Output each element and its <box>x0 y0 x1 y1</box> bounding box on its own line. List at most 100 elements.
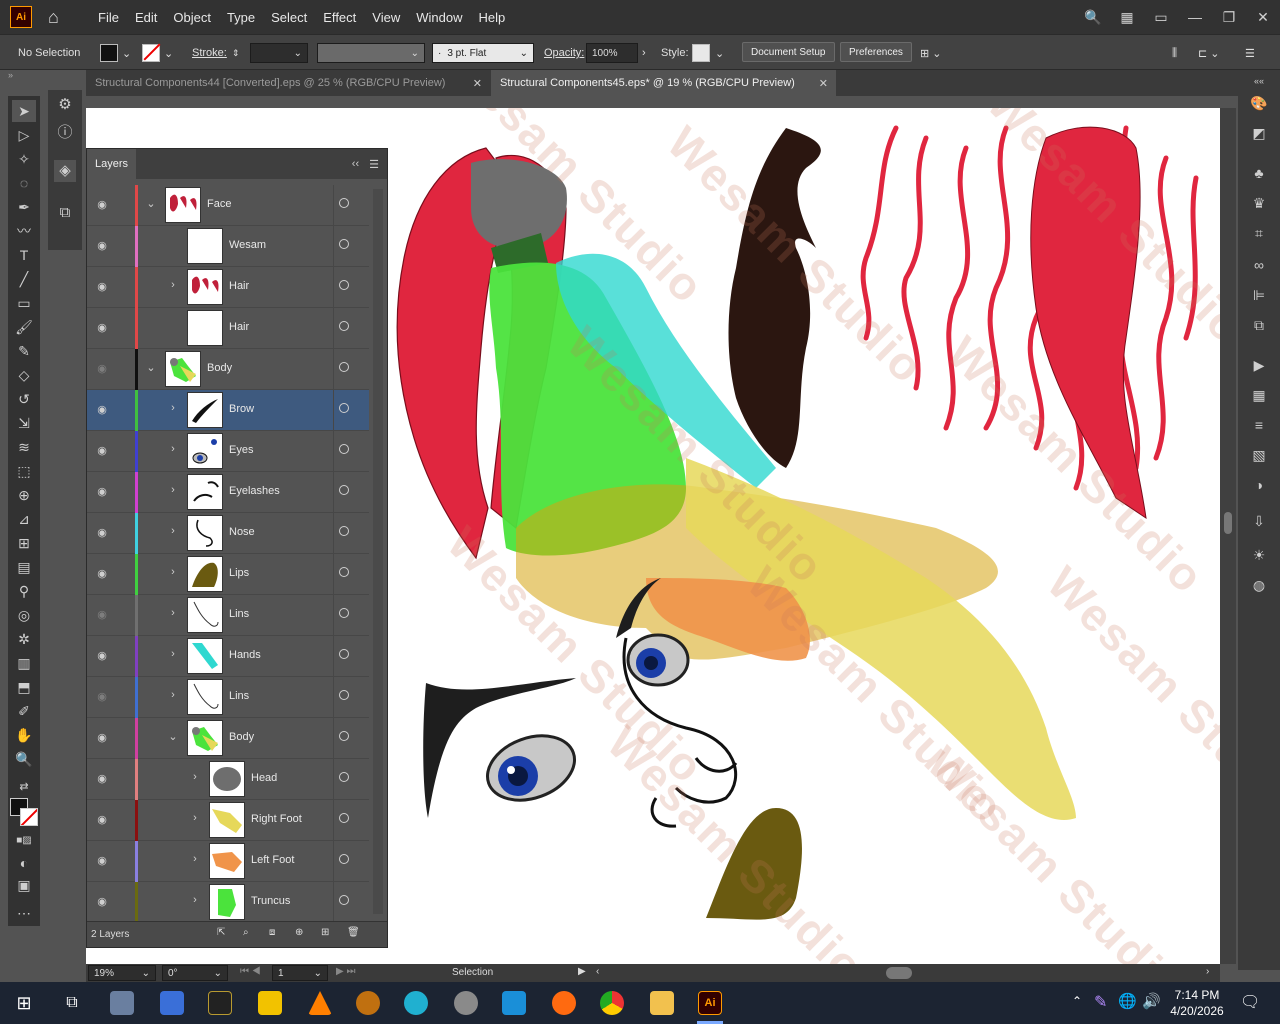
layer-row[interactable]: ◉ › Eyes <box>87 431 369 472</box>
visibility-eye-icon[interactable]: ◉ <box>95 362 109 376</box>
layer-row[interactable]: ◉ › Eyelashes <box>87 472 369 513</box>
pen-tool-icon[interactable]: ✒ <box>12 196 36 218</box>
close-tab-icon[interactable]: ✕ <box>819 77 828 90</box>
app-inkscape-icon[interactable] <box>454 991 478 1015</box>
color-guide-icon[interactable]: ◩ <box>1248 122 1270 144</box>
layer-name[interactable]: Truncus <box>251 895 290 907</box>
target-circle-icon[interactable] <box>339 362 349 372</box>
line-tool-icon[interactable]: ╱ <box>12 268 36 290</box>
graphic-styles-icon[interactable]: ◍ <box>1248 574 1270 596</box>
preferences-button[interactable]: Preferences <box>840 42 912 62</box>
paintbrush-tool-icon[interactable]: 🖌 <box>12 316 36 338</box>
transform-panel-icon[interactable]: ⌗ <box>1248 222 1270 244</box>
selection-tool-icon[interactable]: ➤ <box>12 100 36 122</box>
locate-object-icon[interactable]: ⌕ <box>243 927 249 938</box>
layer-row[interactable]: ◉ Hair <box>87 308 369 349</box>
search-icon[interactable]: 🔍 <box>1076 9 1110 26</box>
chevron-right-icon[interactable]: › <box>189 853 201 867</box>
lasso-tool-icon[interactable]: ◌ <box>12 172 36 194</box>
align-panel-icon[interactable]: ⊫ <box>1248 284 1270 306</box>
zoom-field[interactable]: 19% ⌄ <box>88 965 156 981</box>
layer-row[interactable]: ◉ › Hair <box>87 267 369 308</box>
layer-row[interactable]: ◉ › Nose <box>87 513 369 554</box>
target-circle-icon[interactable] <box>339 854 349 864</box>
app-vlc-icon[interactable] <box>308 991 332 1015</box>
chevron-right-icon[interactable]: › <box>167 648 179 662</box>
visibility-eye-icon[interactable]: ◉ <box>95 239 109 253</box>
mesh-tool-icon[interactable]: ⊞ <box>12 532 36 554</box>
visibility-eye-icon[interactable]: ◉ <box>95 567 109 581</box>
artboards-panel-icon[interactable]: ⧉ <box>54 202 76 224</box>
visibility-eye-icon[interactable]: ◉ <box>95 608 109 622</box>
transform-icon[interactable]: ⊏ ⌄ <box>1198 43 1220 63</box>
chevron-down-icon[interactable]: ⌄ <box>145 197 157 211</box>
layer-name[interactable]: Lips <box>229 567 249 579</box>
target-circle-icon[interactable] <box>339 526 349 536</box>
layer-name[interactable]: Lins <box>229 690 249 702</box>
target-circle-icon[interactable] <box>339 690 349 700</box>
target-circle-icon[interactable] <box>339 608 349 618</box>
layer-row[interactable]: ◉ ⌄ Body <box>87 718 369 759</box>
toolbar-collapse-icon[interactable]: » <box>8 70 40 82</box>
stroke-weight-field[interactable]: ⌄ <box>250 43 308 63</box>
windows-start-icon[interactable]: ⊞ <box>12 991 36 1015</box>
visibility-eye-icon[interactable]: ◉ <box>95 280 109 294</box>
layer-name[interactable]: Body <box>207 362 232 374</box>
layer-row[interactable]: ◉ › Lips <box>87 554 369 595</box>
visibility-eye-icon[interactable]: ◉ <box>95 526 109 540</box>
swap-fill-stroke-icon[interactable]: ⇄ <box>12 776 36 798</box>
pathfinder-panel-icon[interactable]: ⧉ <box>1248 314 1270 336</box>
chevron-right-icon[interactable]: › <box>189 894 201 908</box>
layer-row[interactable]: ◉ ⌄ Face <box>87 185 369 226</box>
target-circle-icon[interactable] <box>339 772 349 782</box>
visibility-eye-icon[interactable]: ◉ <box>95 649 109 663</box>
magic-wand-tool-icon[interactable]: ✧ <box>12 148 36 170</box>
maximize-icon[interactable]: ❐ <box>1212 9 1246 26</box>
app-firefox-icon[interactable] <box>552 991 576 1015</box>
target-circle-icon[interactable] <box>339 567 349 577</box>
visibility-eye-icon[interactable]: ◉ <box>95 772 109 786</box>
notifications-icon[interactable]: 🗨 <box>1240 992 1260 1012</box>
screen-mode-icon[interactable]: ▣ <box>12 874 36 896</box>
menu-type[interactable]: Type <box>219 10 263 25</box>
target-circle-icon[interactable] <box>339 403 349 413</box>
app-studio-icon[interactable] <box>208 991 232 1015</box>
target-circle-icon[interactable] <box>339 280 349 290</box>
visibility-eye-icon[interactable]: ◉ <box>95 813 109 827</box>
layer-name[interactable]: Nose <box>229 526 255 538</box>
status-menu-icon[interactable]: ▶ <box>578 966 586 977</box>
visibility-eye-icon[interactable]: ◉ <box>95 321 109 335</box>
swatches-panel-icon[interactable]: ▦ <box>1248 384 1270 406</box>
scroll-left-icon[interactable]: ‹ <box>596 966 599 977</box>
gradient-panel-icon[interactable]: ▧ <box>1248 444 1270 466</box>
chevron-right-icon[interactable]: › <box>167 525 179 539</box>
menu-effect[interactable]: Effect <box>315 10 364 25</box>
visibility-eye-icon[interactable]: ◉ <box>95 198 109 212</box>
brushes-panel-icon[interactable]: ♛ <box>1248 192 1270 214</box>
layer-row[interactable]: ◉ › Head <box>87 759 369 800</box>
close-icon[interactable]: ✕ <box>1246 9 1280 26</box>
chevron-right-icon[interactable]: › <box>167 279 179 293</box>
zoom-tool-icon[interactable]: 🔍 <box>12 748 36 770</box>
chevron-right-icon[interactable]: › <box>189 771 201 785</box>
app-blender-icon[interactable] <box>160 991 184 1015</box>
system-clock[interactable]: 7:14 PM 4/20/2026 <box>1162 987 1232 1019</box>
layer-name[interactable]: Lins <box>229 608 249 620</box>
color-mode-icon[interactable]: ■▨ <box>12 830 36 852</box>
panel-menu-icon[interactable]: ☰ <box>1245 43 1255 63</box>
type-tool-icon[interactable]: T <box>12 244 36 266</box>
visibility-eye-icon[interactable]: ◉ <box>95 485 109 499</box>
app-file-explorer-icon[interactable] <box>650 991 674 1015</box>
menu-edit[interactable]: Edit <box>127 10 165 25</box>
properties-icon[interactable]: ⚙ <box>54 94 76 116</box>
show-hidden-icons-icon[interactable]: ⌃ <box>1072 994 1082 1008</box>
symbols-panel-icon[interactable]: ♣ <box>1248 162 1270 184</box>
graphic-style-swatch[interactable]: ⌄ <box>692 43 724 63</box>
vertical-scrollbar[interactable] <box>1220 108 1236 964</box>
tab-structural-components44[interactable]: Structural Components44 [Converted].eps … <box>86 70 490 96</box>
scroll-right-icon[interactable]: › <box>1206 966 1209 977</box>
chevron-down-icon[interactable]: ⌄ <box>167 730 179 744</box>
target-circle-icon[interactable] <box>339 813 349 823</box>
shaper-tool-icon[interactable]: ✎ <box>12 340 36 362</box>
document-setup-button[interactable]: Document Setup <box>742 42 835 62</box>
